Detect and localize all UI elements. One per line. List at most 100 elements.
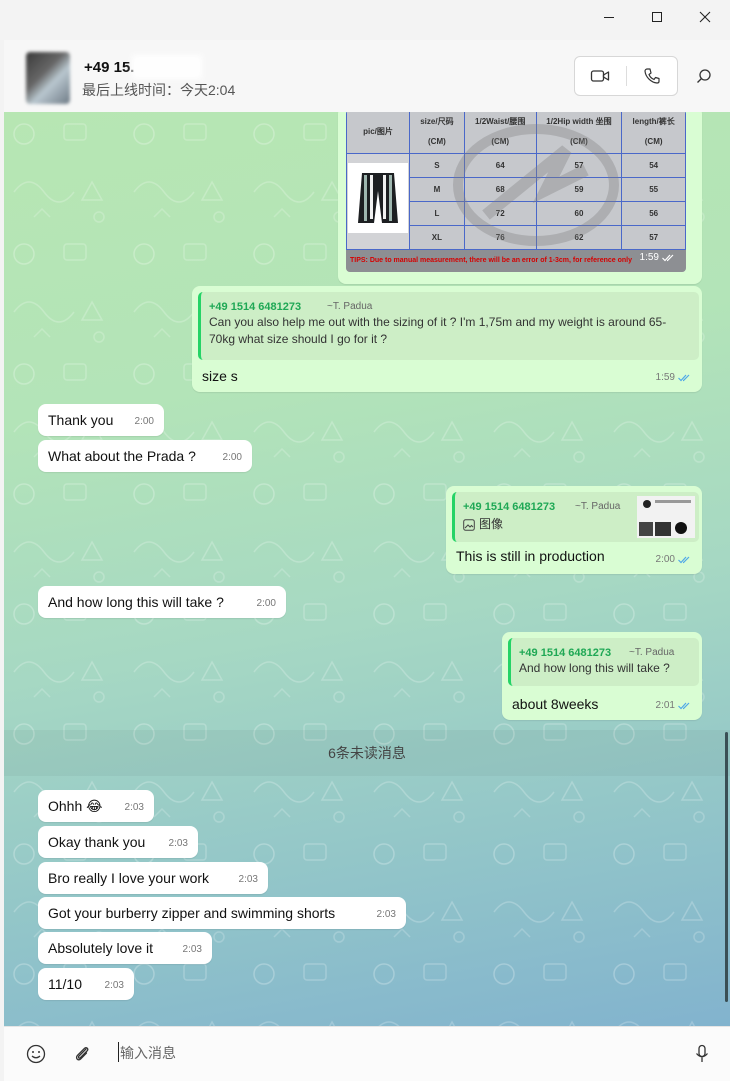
incoming-message[interactable]: Got your burberry zipper and swimming sh…: [38, 897, 406, 929]
message-time: 2:00: [256, 598, 276, 609]
message-text: Ohhh 😂: [48, 796, 103, 816]
message-meta: 2:03: [183, 940, 202, 960]
unread-count-label: 6条未读消息: [328, 745, 406, 761]
name-redaction: [132, 55, 202, 79]
shorts-photo-cell: [346, 153, 410, 250]
message-time: 2:03: [182, 944, 202, 955]
message-text-part: Ohhh: [48, 798, 83, 814]
contact-name[interactable]: +49 15.: [84, 59, 134, 76]
quote-body: 图像: [463, 516, 503, 533]
video-camera-icon: [591, 70, 610, 82]
minimize-button[interactable]: [586, 2, 632, 32]
message-list[interactable]: pic/图片 size/尺码 (CM) 1/2Waist/腰围 (CM) 1/2…: [4, 112, 730, 1026]
message-time: 2:00: [655, 554, 675, 565]
message-text: Absolutely love it: [48, 940, 154, 956]
phone-icon: [644, 68, 660, 84]
incoming-message[interactable]: What about the Prada ? 2:00: [38, 440, 252, 472]
message-time: 2:03: [376, 909, 396, 920]
message-text: What about the Prada ?: [48, 448, 196, 464]
maximize-button[interactable]: [634, 2, 680, 32]
message-text: Got your burberry zipper and swimming sh…: [48, 905, 336, 921]
message-text: 11/10: [48, 976, 82, 992]
voice-call-button[interactable]: [627, 57, 678, 95]
message-time: 2:00: [222, 452, 242, 463]
last-seen-status: 最后上线时间：今天2:04: [82, 82, 236, 98]
read-ticks-icon: [662, 254, 674, 262]
message-time: 2:03: [124, 802, 144, 813]
quote-text: Can you also help me out with the sizing…: [209, 315, 667, 346]
incoming-message[interactable]: Okay thank you 2:03: [38, 826, 198, 858]
message-meta: 2:03: [377, 905, 396, 925]
length-cell: 57: [621, 225, 686, 250]
image-icon: [463, 518, 475, 531]
message-time: 1:59: [655, 372, 675, 383]
chart-header-pic: pic/图片: [346, 112, 410, 154]
read-ticks-icon: [678, 702, 690, 710]
quoted-message[interactable]: +49 1514 6481273 ~T. Padua And how long …: [508, 638, 699, 686]
message-meta: 2:03: [105, 976, 124, 996]
incoming-message[interactable]: And how long this will take ? 2:00: [38, 586, 286, 618]
quote-handle: ~T. Padua: [575, 501, 621, 512]
message-input[interactable]: 输入消息: [120, 1043, 176, 1063]
incoming-message[interactable]: 11/10 2:03: [38, 968, 134, 1000]
text-cursor: [118, 1042, 119, 1062]
length-cell: 54: [621, 153, 686, 178]
message-text: And how long this will take ?: [48, 594, 224, 610]
chat-header: +49 15. 最后上线时间：今天2:04: [4, 40, 730, 113]
search-button[interactable]: [690, 62, 718, 90]
outgoing-message[interactable]: +49 1514 6481273 ~T. Padua 图像 This is st…: [446, 486, 702, 574]
shorts-picture: [348, 162, 408, 233]
length-cell: 55: [621, 177, 686, 202]
image-timestamp: 1:59: [640, 248, 676, 268]
message-composer: 输入消息: [4, 1026, 730, 1081]
emoji-button[interactable]: [24, 1042, 48, 1066]
message-text: Thank you: [48, 412, 114, 428]
image-message[interactable]: pic/图片 size/尺码 (CM) 1/2Waist/腰围 (CM) 1/2…: [338, 112, 702, 284]
message-meta: 2:00: [223, 448, 242, 468]
message-time: 2:03: [104, 980, 124, 991]
quote-author: +49 1514 6481273: [463, 501, 556, 513]
message-time: 2:00: [134, 416, 154, 427]
video-call-button[interactable]: [575, 57, 626, 95]
maximize-icon: [652, 12, 662, 22]
avatar[interactable]: [26, 52, 70, 104]
quoted-message[interactable]: +49 1514 6481273 ~T. Padua Can you also …: [198, 292, 699, 360]
message-text: size s: [202, 368, 238, 384]
message-meta: 1:59: [656, 368, 692, 388]
quoted-message[interactable]: +49 1514 6481273 ~T. Padua 图像: [452, 492, 699, 542]
message-text: Bro really I love your work: [48, 870, 210, 886]
image-time: 1:59: [639, 252, 659, 263]
message-time: 2:03: [238, 874, 258, 885]
scrollbar[interactable]: [725, 732, 728, 1002]
message-meta: 2:03: [169, 834, 188, 854]
message-meta: 2:00: [656, 550, 692, 570]
message-time: 2:03: [168, 838, 188, 849]
smiley-icon: [26, 1044, 46, 1064]
quote-thumbnail: [637, 496, 695, 538]
read-ticks-icon: [678, 374, 690, 382]
size-chart-image[interactable]: pic/图片 size/尺码 (CM) 1/2Waist/腰围 (CM) 1/2…: [346, 112, 686, 272]
watermark-logo: [453, 124, 619, 246]
paperclip-icon: [75, 1046, 89, 1061]
attach-button[interactable]: [70, 1042, 94, 1066]
incoming-message[interactable]: Ohhh 😂 2:03: [38, 790, 154, 822]
unread-divider: 6条未读消息: [4, 730, 730, 776]
close-button[interactable]: [682, 2, 728, 32]
emoji: 😂: [86, 798, 103, 814]
microphone-icon: [696, 1044, 708, 1062]
outgoing-message[interactable]: +49 1514 6481273 ~T. Padua Can you also …: [192, 286, 702, 392]
voice-message-button[interactable]: [690, 1042, 714, 1066]
close-icon: [699, 11, 711, 23]
length-cell: 56: [621, 201, 686, 226]
size-chart-tips: TIPS: Due to manual measurement, there w…: [346, 250, 686, 272]
message-meta: 2:00: [257, 594, 276, 614]
incoming-message[interactable]: Bro really I love your work 2:03: [38, 862, 268, 894]
incoming-message[interactable]: Thank you 2:00: [38, 404, 164, 436]
title-bar: [0, 0, 730, 40]
message-meta: 2:03: [125, 798, 144, 818]
incoming-message[interactable]: Absolutely love it 2:03: [38, 932, 212, 964]
message-meta: 2:01: [656, 696, 692, 716]
outgoing-message[interactable]: +49 1514 6481273 ~T. Padua And how long …: [502, 632, 702, 720]
message-text: This is still in production: [456, 548, 605, 564]
quote-text: And how long this will take ?: [519, 661, 670, 675]
